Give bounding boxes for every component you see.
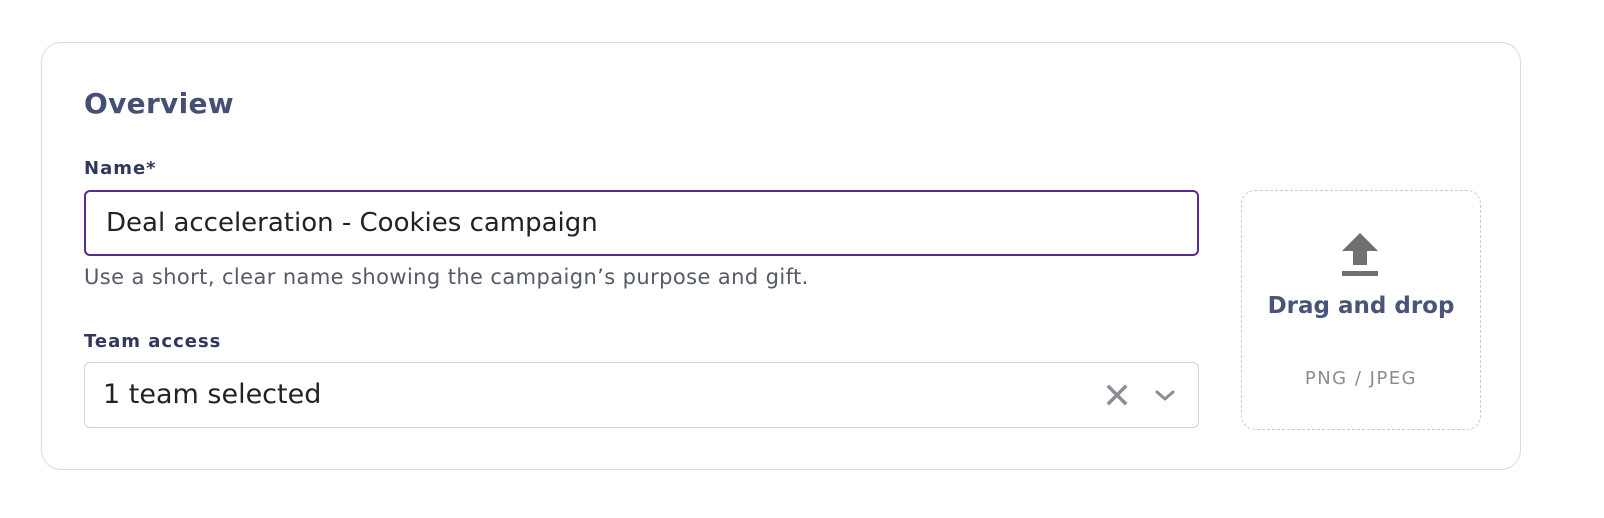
image-dropzone[interactable]: Drag and drop PNG / JPEG [1241,190,1481,430]
name-label: Name* [84,158,157,179]
dropzone-formats: PNG / JPEG [1304,368,1418,389]
team-access-value: 1 team selected [103,379,322,410]
upload-icon [1340,231,1380,277]
team-access-label: Team access [84,331,222,352]
close-icon[interactable] [1105,383,1129,407]
name-helper-text: Use a short, clear name showing the camp… [84,265,809,289]
team-access-select[interactable]: 1 team selected [84,362,1199,428]
name-input[interactable] [84,190,1199,256]
section-title: Overview [84,87,234,120]
overview-card: Overview Name* Use a short, clear name s… [41,42,1521,470]
chevron-down-icon[interactable] [1153,383,1177,407]
dropzone-title: Drag and drop [1267,293,1455,319]
